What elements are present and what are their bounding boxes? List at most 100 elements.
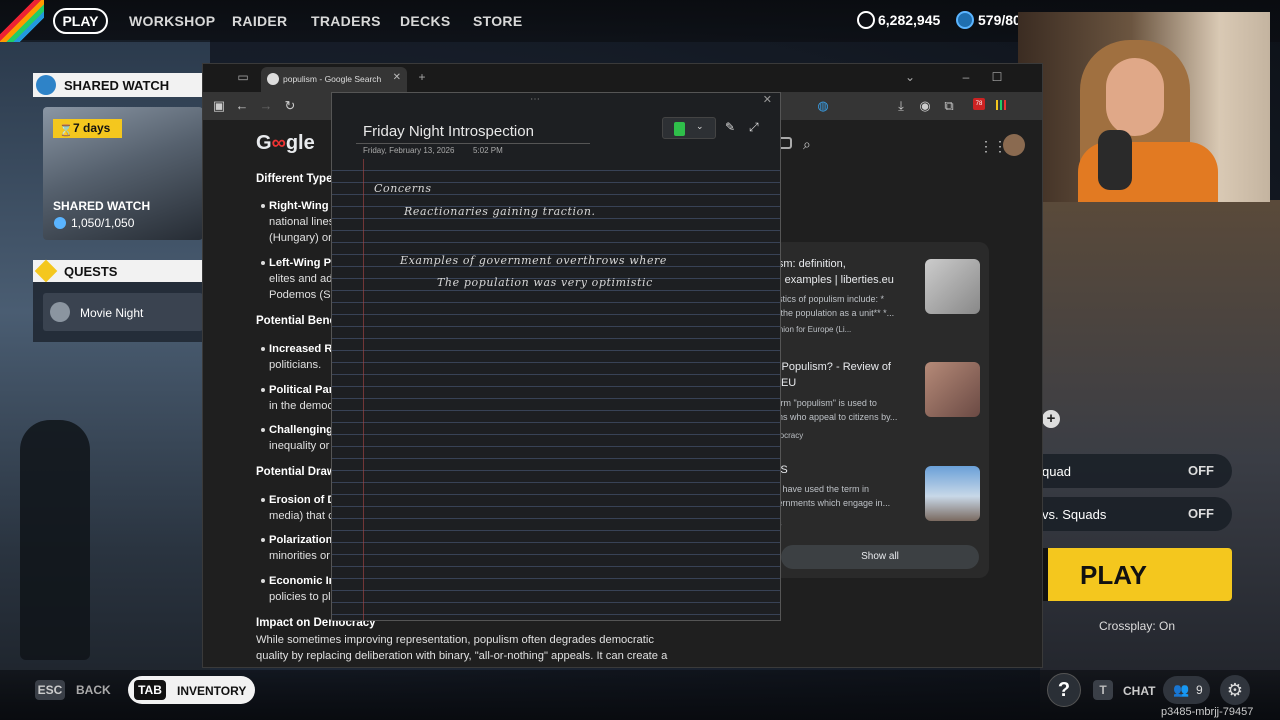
result-snippet: ts have used the term in <box>773 484 870 494</box>
article-bold-text: Challenging <box>269 424 334 436</box>
shared-watch-card[interactable]: ⌛ 7 days SHARED WATCH 1,050/1,050 <box>43 107 203 240</box>
quest-diamond-icon <box>34 259 58 283</box>
result-snippet: term "populism" is used to <box>773 398 877 408</box>
help-button[interactable]: ? <box>1047 673 1081 707</box>
notes-window: ⋯ ✕ Friday Night Introspection Friday, F… <box>331 92 781 621</box>
search-icon[interactable]: ⌕ <box>803 136 811 153</box>
result-snippet: vernments which engage in... <box>773 498 891 508</box>
result-thumbnail[interactable] <box>925 259 980 314</box>
pen-icon[interactable]: ✎ <box>725 120 735 134</box>
extensions-icon[interactable]: ⧉ <box>941 98 957 114</box>
notebook-selector[interactable]: ⌄ <box>662 117 716 139</box>
microphone-icon <box>1098 130 1132 190</box>
article-bold: Polarization <box>269 532 332 548</box>
chevron-down-icon: ⌄ <box>696 121 704 131</box>
result-thumbnail[interactable] <box>925 362 980 417</box>
close-tab-icon[interactable]: ✕ <box>393 72 401 83</box>
friends-count: 9 <box>1196 683 1203 697</box>
expand-icon[interactable]: ⤢ <box>749 120 759 135</box>
close-icon[interactable]: ✕ <box>763 93 772 106</box>
article-text: national lines <box>269 216 335 228</box>
days-remaining-badge: ⌛ 7 days <box>53 119 122 138</box>
play-button-label: PLAY <box>1080 560 1147 590</box>
nav-raider[interactable]: RAIDER <box>232 13 287 29</box>
crossplay-status[interactable]: Crossplay: On <box>1042 619 1232 633</box>
result-thumbnail[interactable] <box>925 466 980 521</box>
tab-actions-icon[interactable]: ▭ <box>236 70 250 84</box>
shared-watch-header: SHARED WATCH <box>33 73 203 97</box>
sidebar-toggle-icon[interactable]: ▣ <box>211 98 227 114</box>
quest-avatar-icon <box>50 302 70 322</box>
new-tab-icon[interactable]: + <box>415 70 429 84</box>
quests-header-label: QUESTS <box>64 264 118 279</box>
avatar[interactable] <box>1003 134 1025 156</box>
result-title[interactable]: s, examples | liberties.eu <box>773 272 894 288</box>
t-key[interactable]: T <box>1093 680 1113 700</box>
article-bold-text: Erosion of D <box>269 494 336 506</box>
coins-balance: 6,282,945 <box>878 12 941 28</box>
profile-icon[interactable]: ◉ <box>917 98 933 114</box>
tokens-balance: 579/80 <box>978 12 1021 28</box>
fill-squad-toggle[interactable]: quad OFF <box>1042 454 1232 488</box>
article-bold-text: Polarization <box>269 534 333 546</box>
tab-title: populism - Google Search <box>283 74 382 84</box>
download-icon[interactable]: ⤓ <box>893 98 909 114</box>
article-bold-text: Increased R <box>269 343 333 355</box>
extension-badge-icon[interactable]: 78 <box>973 98 985 110</box>
result-source: Union for Europe (Li... <box>773 325 852 334</box>
drag-handle-icon[interactable]: ⋯ <box>530 94 540 105</box>
minimize-icon[interactable]: – <box>959 70 973 84</box>
add-icon[interactable]: + <box>1042 410 1060 428</box>
note-title[interactable]: Friday Night Introspection <box>363 123 534 140</box>
quest-item[interactable]: Movie Night <box>43 293 203 331</box>
play-button[interactable]: PLAY <box>1042 548 1232 601</box>
reload-icon[interactable]: ↻ <box>282 98 298 114</box>
equalizer-extension-icon[interactable] <box>996 100 1008 110</box>
hourglass-icon: ⌛ <box>59 125 73 137</box>
session-id: p3485-mbrjj-79457 <box>1161 706 1254 718</box>
globe-icon[interactable]: ◍ <box>815 98 831 114</box>
result-title[interactable]: s Populism? - Review of <box>773 359 891 375</box>
handwriting-line: Concerns <box>374 182 432 195</box>
result-title[interactable]: lism: definition, <box>773 256 846 272</box>
coins-icon <box>857 11 875 29</box>
settings-gear-icon[interactable]: ⚙ <box>1220 675 1250 705</box>
article-bold: Left-Wing P <box>269 255 331 271</box>
back-arrow-icon[interactable]: ← <box>234 98 250 114</box>
ruled-paper[interactable] <box>332 159 780 620</box>
nav-decks[interactable]: DECKS <box>400 13 451 29</box>
nav-store[interactable]: STORE <box>473 13 522 29</box>
google-logo-part: gle <box>285 132 315 154</box>
handwriting-line: The population was very optimistic <box>437 276 653 289</box>
tab-search-chevron-icon[interactable]: ⌄ <box>903 70 917 84</box>
notebook-icon <box>674 122 685 136</box>
bullet <box>261 428 265 432</box>
forward-arrow-icon[interactable]: → <box>258 98 274 114</box>
article-heading: Potential Bene <box>256 315 336 327</box>
google-logo[interactable]: G∞gle <box>256 132 315 155</box>
article-bold-text: Left-Wing P <box>269 257 332 269</box>
tab-strip: ▭ populism - Google Search ✕ + ⌄ – ☐ <box>203 64 1042 92</box>
article-text: quality by replacing deliberation with b… <box>256 650 668 662</box>
bullet <box>261 579 265 583</box>
nav-workshop[interactable]: WORKSHOP <box>129 13 215 29</box>
nav-play-button[interactable]: PLAY <box>53 8 108 34</box>
option-label: quad <box>1042 464 1071 479</box>
webcam-face <box>1106 58 1164 136</box>
article-bold-text: Right-Wing <box>269 200 329 212</box>
article-text: minorities or <box>269 550 330 562</box>
show-all-button[interactable]: Show all <box>781 545 979 569</box>
inventory-button[interactable]: TAB INVENTORY <box>128 676 255 704</box>
bullet <box>261 347 265 351</box>
maximize-icon[interactable]: ☐ <box>990 70 1004 84</box>
back-label[interactable]: BACK <box>76 683 111 697</box>
friends-button[interactable]: 👥 9 <box>1163 676 1210 704</box>
chat-label[interactable]: CHAT <box>1123 684 1155 698</box>
article-heading: Potential Draw <box>256 466 336 478</box>
esc-key[interactable]: ESC <box>35 680 65 700</box>
browser-tab[interactable]: populism - Google Search ✕ <box>261 67 407 92</box>
vs-squads-toggle[interactable]: vs. Squads OFF <box>1042 497 1232 531</box>
result-snippet: ristics of populism include: * <box>773 294 885 304</box>
margin-line <box>363 159 364 620</box>
nav-traders[interactable]: TRADERS <box>311 13 381 29</box>
